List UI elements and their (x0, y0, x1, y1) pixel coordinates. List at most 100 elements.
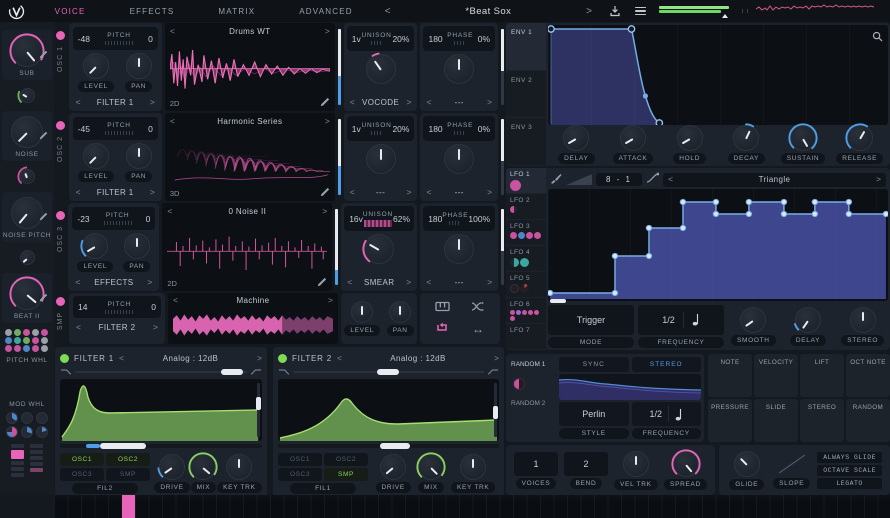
pitch-fine[interactable]: 0 (148, 34, 153, 44)
pressed-key[interactable] (122, 495, 135, 518)
tab-lfo2[interactable]: LFO 2 (506, 194, 546, 219)
wavetable-name[interactable]: Harmonic Series (217, 117, 282, 126)
source-oct-note[interactable]: OCT NOTE (846, 354, 890, 397)
osc2-phase-box[interactable]: 180 PHASE 0% (423, 116, 495, 141)
osc1-phase-box[interactable]: 180 PHASE 0% (423, 26, 495, 51)
env-release-knob[interactable] (847, 125, 873, 151)
lfo-paint-icon[interactable] (550, 171, 562, 189)
lfo-smooth-icon[interactable] (646, 171, 659, 189)
spread-knob[interactable] (673, 451, 699, 477)
osc1-phase-knob[interactable] (444, 54, 474, 84)
osc1-level-knob[interactable] (83, 53, 109, 79)
tab-matrix[interactable]: MATRIX (196, 7, 277, 16)
unison-amount[interactable]: 20% (392, 34, 409, 44)
osc3-pan-knob[interactable] (124, 233, 150, 259)
glide-knob[interactable] (734, 451, 760, 477)
wavetable-next[interactable]: > (325, 27, 330, 36)
filter2-blend-slider[interactable] (278, 368, 499, 376)
filter2-input-smp[interactable]: SMP (324, 468, 368, 481)
lfo-phase-handle[interactable] (550, 299, 566, 303)
osc2-pitch-box[interactable]: -45 PITCH 0 (73, 117, 158, 140)
view-mode[interactable]: 2D (170, 99, 180, 108)
view-mode[interactable]: 2D (167, 279, 177, 288)
osc3-distortion-selector[interactable]: <---> (423, 275, 495, 290)
lfo-mode-value[interactable]: Trigger (548, 305, 634, 335)
tab-env2[interactable]: ENV 2 (506, 71, 546, 118)
filter2-mix-knob[interactable] (418, 454, 444, 480)
filter1-blend-slider[interactable] (60, 368, 262, 376)
voices-value[interactable]: 1 (514, 452, 558, 476)
tab-random2[interactable]: RANDOM 2 (509, 396, 559, 411)
lfo-display[interactable] (548, 189, 888, 301)
smp-sample-panel[interactable]: <Machine> (168, 293, 338, 344)
filter1-input-smp[interactable]: SMP (106, 468, 150, 481)
app-logo[interactable] (0, 3, 33, 20)
beat-edit-pencil-icon[interactable] (39, 289, 48, 307)
phase-value[interactable]: 180 (428, 34, 442, 44)
osc3-enable-dot[interactable] (56, 211, 65, 220)
osc3-morph-slider[interactable] (335, 209, 338, 285)
bounce-icon[interactable]: ↔ (472, 323, 484, 335)
osc1-morph-slider[interactable] (338, 29, 341, 105)
osc1-unison-knob[interactable] (366, 54, 396, 84)
osc2-unison-knob[interactable] (366, 144, 396, 174)
filter1-drive-knob[interactable] (159, 454, 185, 480)
random-stereo-button[interactable]: STEREO (632, 357, 702, 372)
wavetable-edit-pencil-icon[interactable] (320, 187, 330, 199)
osc3-level-knob[interactable] (82, 233, 108, 259)
env-decay-knob[interactable] (733, 125, 759, 151)
tab-voice[interactable]: VOICE (33, 7, 108, 16)
osc1-pan-knob[interactable] (126, 53, 152, 79)
filter2-response-display[interactable] (278, 379, 499, 441)
note-icon[interactable] (675, 408, 683, 421)
osc2-pan-knob[interactable] (126, 143, 152, 169)
wavetable-edit-pencil-icon[interactable] (320, 97, 330, 109)
always-glide-toggle[interactable]: ALWAYS GLIDE (817, 452, 882, 463)
master-volume-meter[interactable] (659, 5, 734, 17)
osc2-unison-box[interactable]: 1v UNISON 20% (347, 116, 415, 141)
macro-dots[interactable] (5, 329, 49, 352)
osc3-edge-slider[interactable] (501, 209, 504, 285)
tab-env3[interactable]: ENV 3 (506, 118, 546, 165)
smp-route-selector[interactable]: <FILTER 2> (73, 320, 161, 335)
tab-lfo1[interactable]: LFO 1 (506, 168, 546, 193)
env-hold-knob[interactable] (677, 125, 703, 151)
view-mode[interactable]: 3D (170, 189, 180, 198)
save-preset-icon[interactable] (602, 5, 628, 17)
osc3-phase-knob[interactable] (444, 234, 474, 264)
random-sync-button[interactable]: SYNC (559, 357, 629, 372)
wavetable-prev[interactable]: < (170, 27, 175, 36)
random-display[interactable] (559, 374, 701, 400)
lfo-paint-shape[interactable] (566, 174, 592, 185)
filter2-type-selector[interactable]: <Analog : 12dB> (337, 354, 499, 363)
smp-pitch-box[interactable]: 14 PITCH 0 (73, 296, 161, 318)
osc3-unison-knob[interactable] (364, 234, 394, 264)
lfo-shape-selector[interactable]: <Triangle> (663, 173, 886, 187)
volume-marker[interactable] (722, 14, 728, 18)
bend-value[interactable]: 2 (564, 452, 608, 476)
filter1-cutoff-slider[interactable] (60, 444, 262, 448)
osc2-morph-slider[interactable] (338, 119, 341, 195)
source-slide[interactable]: SLIDE (754, 399, 798, 442)
filter1-enable-dot[interactable] (60, 354, 69, 363)
unison-voices[interactable]: 1v (352, 34, 361, 44)
osc2-phase-knob[interactable] (444, 144, 474, 174)
sub-mini-knob[interactable] (20, 88, 35, 103)
sample-name[interactable]: Machine (236, 296, 269, 305)
source-pressure[interactable]: PRESSURE (708, 399, 752, 442)
piano-keyboard[interactable] (54, 495, 890, 518)
tab-lfo5[interactable]: LFO 5 (506, 272, 546, 297)
preset-prev-button[interactable]: < (375, 6, 401, 17)
lfo-smooth-knob[interactable] (740, 307, 766, 333)
filter1-resonance-slider[interactable] (257, 383, 260, 437)
osc1-unison-box[interactable]: 1v UNISON 20% (347, 26, 415, 51)
random-frequency-value[interactable]: 1/2 (632, 402, 702, 426)
tab-lfo4[interactable]: LFO 4 (506, 246, 546, 271)
source-stereo[interactable]: STEREO (800, 399, 844, 442)
beat-mini-knob[interactable] (20, 250, 35, 265)
osc3-unison-box[interactable]: 16v UNISON 62% (344, 206, 414, 231)
pitch-fine[interactable]: 0 (148, 124, 153, 134)
legato-toggle[interactable]: LEGATO (817, 478, 882, 489)
keytrack-icon[interactable] (435, 299, 450, 317)
filter2-input-osc3[interactable]: OSC3 (278, 468, 322, 481)
